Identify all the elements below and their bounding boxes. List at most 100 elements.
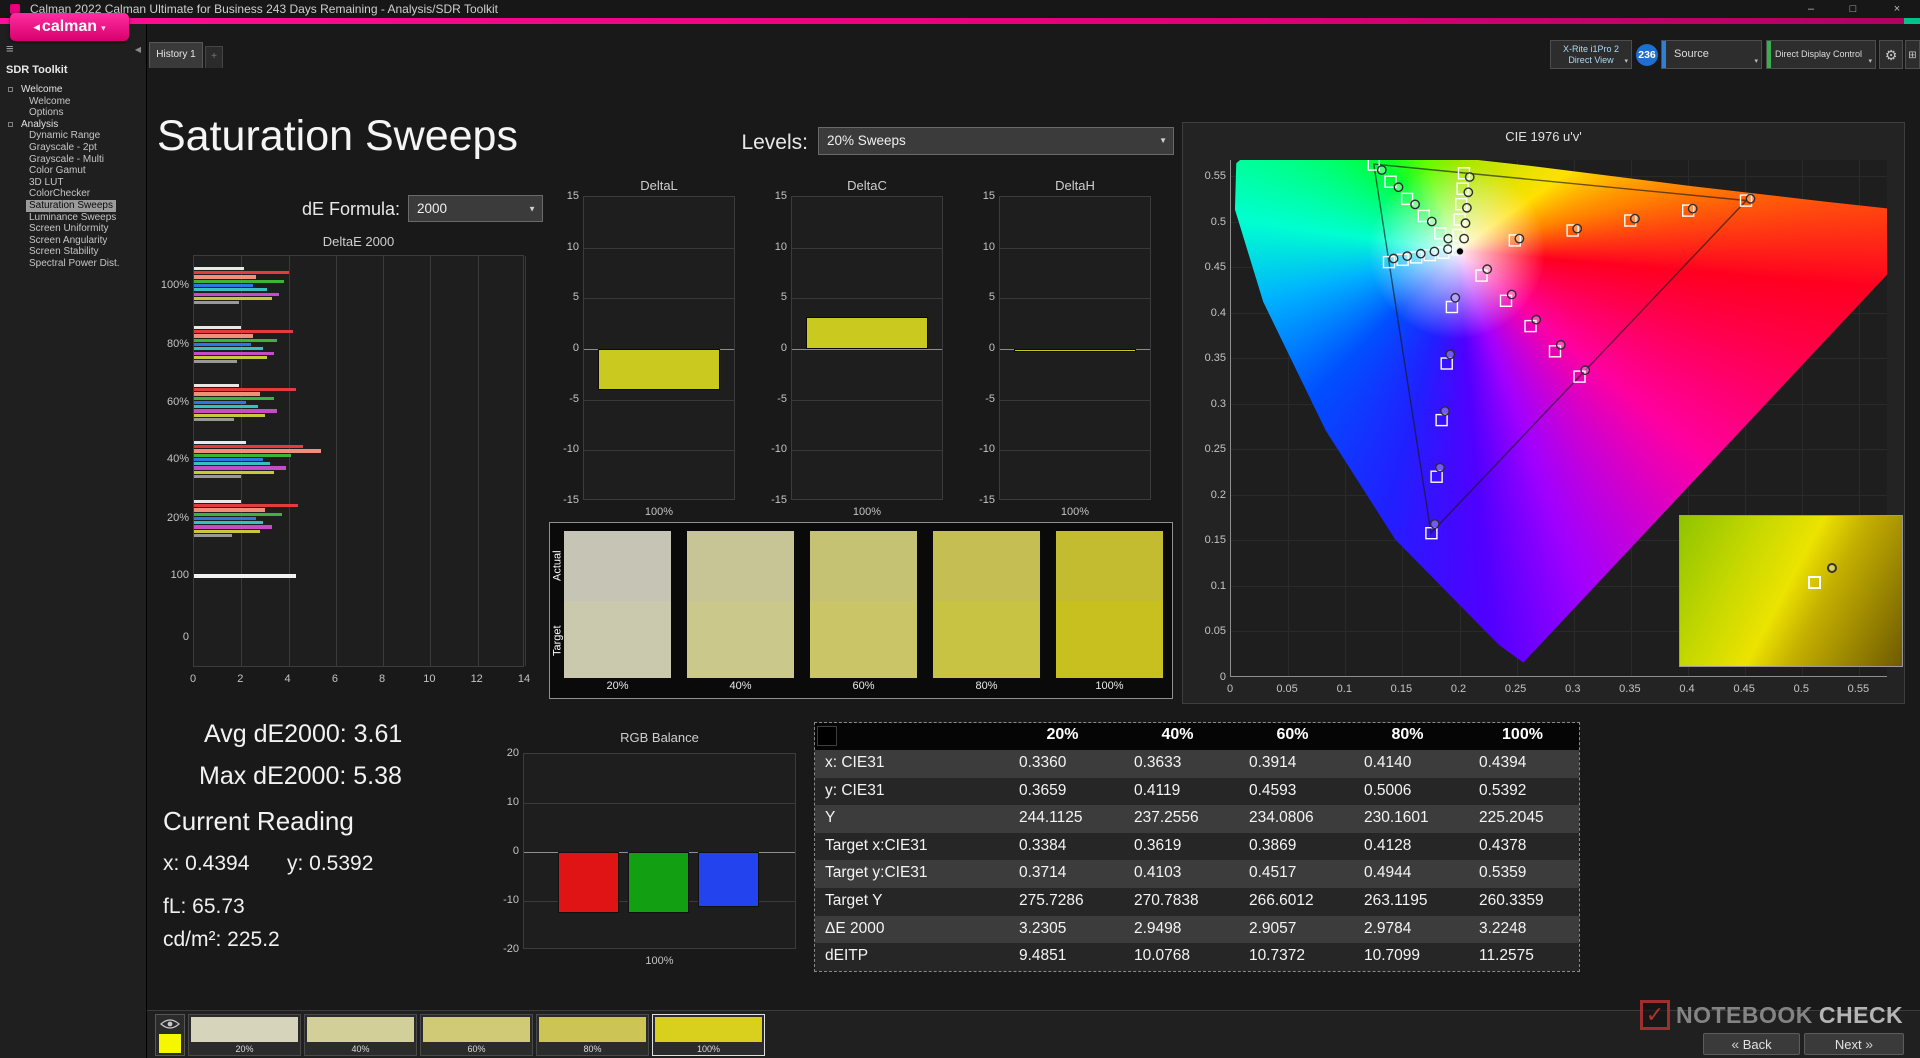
menu-icon[interactable]: ≡ — [6, 41, 14, 56]
deltaC-chart: DeltaC 15 10 5 0 -5 -10 -15 100% — [761, 178, 973, 523]
sidebar-item-color-gamut[interactable]: Color Gamut — [0, 165, 147, 177]
x-tick-label: 0.4 — [1679, 683, 1695, 695]
row-label: Target Y — [825, 892, 883, 909]
x-tick-label: 0.5 — [1793, 683, 1809, 695]
sidebar-item-screen-stability[interactable]: Screen Stability — [0, 246, 147, 258]
y-tick-label: 100 — [170, 569, 189, 581]
sidebar-item-label: Saturation Sweeps — [26, 200, 116, 212]
sidebar-item-screen-uniformity[interactable]: Screen Uniformity — [0, 223, 147, 235]
de2000-bar — [194, 573, 296, 579]
source-button[interactable]: Source ▾ — [1661, 40, 1762, 69]
de2000-bar — [194, 521, 263, 525]
y-tick-label: 0.25 — [1204, 443, 1226, 456]
active-patch-color — [159, 1034, 181, 1053]
yellow-measured-marker — [1461, 202, 1472, 213]
row-label: Target x:CIE31 — [825, 836, 928, 854]
sidebar-item-welcome[interactable]: Welcome — [0, 96, 147, 108]
sidebar-item-welcome[interactable]: Welcome — [0, 84, 147, 96]
calman-logo-text: calman — [41, 18, 98, 35]
patch-color — [191, 1017, 298, 1042]
back-button[interactable]: « Back — [1703, 1033, 1800, 1055]
row-label: ΔE 2000 — [825, 919, 885, 937]
maximize-button[interactable]: □ — [1832, 0, 1874, 18]
y-tick-label: 20% — [166, 512, 189, 524]
sidebar-item-saturation-sweeps[interactable]: Saturation Sweeps — [0, 200, 147, 212]
de-formula-value: 2000 — [417, 201, 448, 216]
chart-title: DeltaH — [1055, 178, 1095, 193]
tab-history[interactable]: History 1 — [149, 42, 203, 68]
meter-name: X-Rite i1Pro 2 — [1562, 44, 1620, 54]
patch-button-20[interactable]: 20% — [188, 1014, 301, 1056]
y-tick-label: 15 — [566, 190, 579, 202]
column-header: 80% — [1391, 726, 1424, 743]
de-formula-label: dE Formula: — [301, 199, 400, 219]
de-formula-dropdown[interactable]: 2000 ▼ — [408, 195, 543, 222]
y-tick-label: 0 — [780, 342, 787, 354]
table-cell: 0.3360 — [1019, 754, 1067, 771]
meter-button[interactable]: X-Rite i1Pro 2 Direct View ▾ — [1550, 40, 1632, 69]
delta-bar — [806, 316, 928, 349]
sidebar-item-colorchecker[interactable]: ColorChecker — [0, 188, 147, 200]
deltaL-chart: DeltaL 15 10 5 0 -5 -10 -15 100% — [553, 178, 765, 523]
table-cell: 260.3359 — [1479, 892, 1544, 909]
sidebar-item-grayscale-2pt[interactable]: Grayscale - 2pt — [0, 142, 147, 154]
new-tab-button[interactable]: + — [205, 46, 223, 68]
target-swatch-20% — [564, 601, 671, 678]
table-cell: 0.4517 — [1249, 864, 1297, 882]
table-cell: 0.4140 — [1364, 754, 1412, 771]
levels-value: 20% Sweeps — [827, 133, 906, 148]
gridline — [524, 803, 795, 804]
calman-menu-button[interactable]: ◂ calman ▾ — [10, 13, 129, 41]
sidebar-item-dynamic-range[interactable]: Dynamic Range — [0, 130, 147, 142]
page-title: Saturation Sweeps — [157, 112, 518, 160]
de2000-bar — [194, 392, 261, 396]
blue-target-marker — [1435, 413, 1448, 427]
patch-button-40[interactable]: 40% — [304, 1014, 417, 1056]
y-tick-label: -5 — [569, 392, 579, 405]
cyan-measured-marker — [1388, 253, 1399, 264]
table-cell: 275.7286 — [1019, 892, 1084, 909]
avg-de2000: Avg dE2000: 3.61 — [204, 720, 403, 748]
sidebar-item-analysis[interactable]: Analysis — [0, 119, 147, 131]
patch-button-60[interactable]: 60% — [420, 1014, 533, 1056]
swatch-level-label: 100% — [1095, 680, 1124, 692]
de2000-bar — [194, 388, 296, 392]
target-marker — [1808, 576, 1821, 589]
sidebar-item-luminance-sweeps[interactable]: Luminance Sweeps — [0, 212, 147, 224]
display-control-button[interactable]: Direct Display Control ▾ — [1766, 40, 1876, 69]
sidebar-item-screen-angularity[interactable]: Screen Angularity — [0, 235, 147, 247]
gridline — [584, 247, 734, 249]
minimize-button[interactable]: – — [1790, 0, 1832, 18]
close-button[interactable]: × — [1874, 0, 1920, 18]
rgb-bar-blue — [698, 852, 759, 907]
patch-button-100[interactable]: 100% — [652, 1014, 765, 1056]
gridline — [792, 298, 942, 300]
de2000-bar — [194, 338, 277, 342]
gridline — [383, 256, 385, 666]
patch-button-80[interactable]: 80% — [536, 1014, 649, 1056]
next-button[interactable]: Next » — [1804, 1033, 1904, 1055]
yellow-measured-marker — [1460, 218, 1471, 229]
table-corner-box — [817, 726, 837, 746]
de2000-bar — [194, 529, 261, 534]
sidebar-item-grayscale-multi[interactable]: Grayscale - Multi — [0, 154, 147, 166]
collapse-sidebar-icon[interactable]: ◀ — [135, 45, 141, 54]
settings-gear-button[interactable]: ⚙ — [1879, 40, 1903, 69]
blue-measured-marker — [1435, 462, 1445, 473]
x-tick-label: 0.2 — [1450, 683, 1467, 695]
sidebar-item-3d-lut[interactable]: 3D LUT — [0, 177, 147, 189]
preview-toggle-button[interactable] — [155, 1014, 185, 1056]
table-cell: 0.4593 — [1249, 781, 1297, 799]
de2000-bar — [194, 534, 232, 538]
sidebar-item-spectral-power-dist[interactable]: Spectral Power Dist. — [0, 258, 147, 270]
panel-toggle-button[interactable]: ⊞ — [1905, 40, 1920, 69]
levels-dropdown[interactable]: 20% Sweeps ▼ — [818, 127, 1174, 155]
watermark-text: NOTEBOOK — [1676, 1001, 1813, 1028]
sidebar-item-options[interactable]: Options — [0, 107, 147, 119]
table-cell: 0.3659 — [1019, 781, 1067, 799]
chevron-down-icon: ▼ — [1159, 136, 1167, 145]
de2000-bar — [194, 355, 268, 360]
chart-title: DeltaE 2000 — [322, 234, 395, 249]
cyan-measured-marker — [1443, 244, 1453, 255]
deltaE2000-chart: DeltaE 2000 0 2 4 6 8 10 12 14 100% 80% 60% 40% 20% 10… — [153, 232, 533, 685]
